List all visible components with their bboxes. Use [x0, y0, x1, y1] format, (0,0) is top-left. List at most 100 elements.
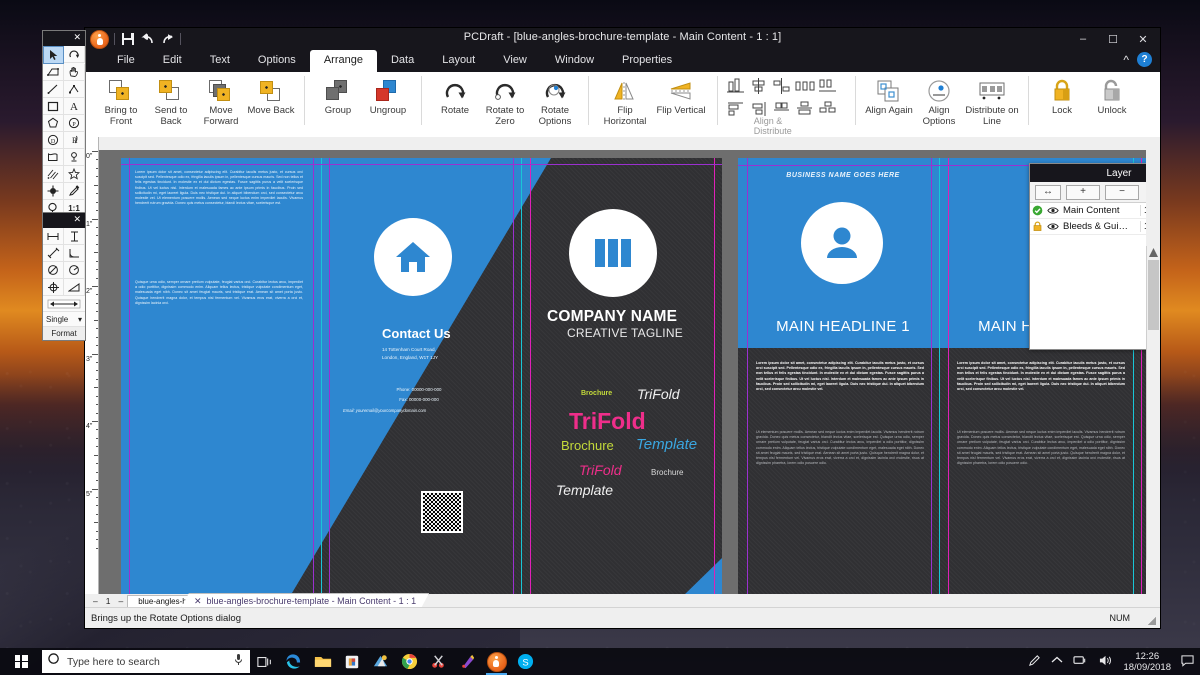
line-tool-icon[interactable]	[43, 81, 64, 98]
scroll-up-arrow-icon[interactable]	[1149, 248, 1158, 257]
bring-to-front-button[interactable]: Bring to Front	[96, 75, 146, 127]
align-again-button[interactable]: Align Again	[864, 75, 914, 117]
taskbar[interactable]: Type here to search	[0, 648, 1200, 675]
align-center-horizontal-icon[interactable]	[749, 77, 765, 90]
maximize-button[interactable]: ☐	[1098, 28, 1128, 50]
align-right-icon[interactable]	[772, 77, 788, 90]
layer-row-main-content[interactable]: Main Content 1 : 1 ⌄ 62	[1030, 203, 1146, 219]
layer-row-bleeds-guides[interactable]: Bleeds & Gui… 1 : 1 ⌄ 14	[1030, 219, 1146, 235]
group-button[interactable]: Group	[313, 75, 363, 117]
target-tool-icon[interactable]	[43, 183, 64, 200]
canvas-vertical-scrollbar[interactable]	[1146, 246, 1160, 560]
close-button[interactable]: ✕	[1128, 28, 1158, 50]
freehand-tool-icon[interactable]	[43, 149, 64, 166]
crop-tool-icon[interactable]	[43, 64, 64, 81]
parallelogram-tool-icon[interactable]: P	[64, 115, 85, 132]
menu-item-window[interactable]: Window	[541, 50, 608, 72]
edge-icon[interactable]	[279, 648, 308, 675]
show-hidden-icons-icon[interactable]	[1051, 656, 1063, 668]
menu-item-edit[interactable]: Edit	[149, 50, 196, 72]
menu-item-arrange[interactable]: Arrange	[310, 50, 377, 72]
radius-dimension-icon[interactable]	[64, 262, 85, 279]
node-edit-icon[interactable]	[64, 81, 85, 98]
paint-net-icon[interactable]	[366, 648, 395, 675]
paint-3d-icon[interactable]	[453, 648, 482, 675]
file-explorer-icon[interactable]	[308, 648, 337, 675]
angular-dimension-icon[interactable]	[64, 245, 85, 262]
polygon-tool-icon[interactable]	[43, 115, 64, 132]
brochure-sheet-front[interactable]: Lorem ipsum dolor sit amet, consectetur …	[121, 158, 722, 594]
align-middle-icon[interactable]	[749, 100, 765, 113]
chevron-up-icon[interactable]: ^	[1123, 53, 1129, 67]
snip-tool-icon[interactable]	[424, 648, 453, 675]
rectangle-tool-icon[interactable]	[43, 98, 64, 115]
dimension-toolbox[interactable]: ✕ Single ▾ Format	[42, 212, 86, 341]
menu-bar[interactable]: File Edit Text Options Arrange Data Layo…	[85, 50, 1160, 72]
distribute-on-line-button[interactable]: Distribute on Line	[964, 75, 1020, 127]
brochure-spread[interactable]: Lorem ipsum dolor sit amet, consectetur …	[121, 158, 1146, 594]
align-left-icon[interactable]	[726, 77, 742, 90]
rotate-tool-icon[interactable]	[64, 46, 85, 63]
distribute-vertical-icon[interactable]	[795, 100, 811, 113]
menu-item-options[interactable]: Options	[244, 50, 310, 72]
aligned-dimension-icon[interactable]	[43, 245, 64, 262]
layer-transfer-button[interactable]: ↔	[1035, 185, 1061, 200]
dimension-style-select[interactable]: Single ▾	[43, 312, 85, 327]
windows-start-icon[interactable]	[0, 648, 42, 675]
ellipse-tool-icon[interactable]: D	[43, 132, 64, 149]
chrome-icon[interactable]	[395, 648, 424, 675]
send-to-back-button[interactable]: Send to Back	[146, 75, 196, 127]
stamp-tool-icon[interactable]	[64, 149, 85, 166]
main-toolbox[interactable]: ✕ APDR1:1	[42, 30, 86, 218]
vertical-ruler[interactable]: 0"1"2"3"4"5"	[85, 137, 99, 594]
layer-scale-bleeds-guides[interactable]: 1 : 1	[1140, 221, 1146, 232]
vertical-dimension-icon[interactable]	[64, 228, 85, 245]
close-icon[interactable]: ✕	[194, 596, 202, 607]
align-bottom-icon[interactable]	[772, 100, 788, 113]
rotate-button[interactable]: Rotate	[430, 75, 480, 117]
hatch-tool-icon[interactable]	[43, 166, 64, 183]
horizontal-dimension-icon[interactable]	[43, 228, 64, 245]
diameter-dimension-icon[interactable]	[43, 262, 64, 279]
menu-item-text[interactable]: Text	[196, 50, 244, 72]
menu-item-file[interactable]: File	[103, 50, 149, 72]
layer-panel[interactable]: Layer ✕ ↔ + − ⌄	[1029, 163, 1146, 350]
layer-panel-toolbar[interactable]: ↔ + − ⌄	[1030, 182, 1146, 203]
pcdraft-icon[interactable]	[482, 648, 511, 675]
eye-icon[interactable]	[1045, 206, 1060, 215]
canvas-scroll-thumb[interactable]	[1148, 260, 1159, 330]
system-tray[interactable]: 12:26 18/09/2018	[1028, 648, 1200, 675]
menu-item-view[interactable]: View	[489, 50, 541, 72]
window-tab[interactable]: ✕ blue-angles-brochure-template - Main C…	[181, 593, 429, 608]
microsoft-store-icon[interactable]	[337, 648, 366, 675]
distribute-horizontal-icon[interactable]	[795, 77, 811, 90]
task-view-icon[interactable]	[250, 648, 279, 675]
double-arrow-icon[interactable]	[43, 296, 85, 312]
menu-right-controls[interactable]: ^ ?	[1123, 52, 1152, 67]
search-input[interactable]: Type here to search	[42, 650, 250, 673]
distribute-spacing-icon[interactable]	[818, 77, 834, 90]
pointer-select-icon[interactable]	[43, 46, 64, 64]
ungroup-button[interactable]: Ungroup	[363, 75, 413, 117]
lock-yellow-icon[interactable]	[1030, 221, 1045, 232]
help-button[interactable]: ?	[1137, 52, 1152, 67]
format-button[interactable]: Format	[43, 327, 85, 340]
skype-icon[interactable]: S	[511, 648, 540, 675]
volume-icon[interactable]	[1098, 654, 1113, 670]
flip-horizontal-button[interactable]: Flip Horizontal	[597, 75, 653, 127]
action-center-icon[interactable]	[1181, 654, 1194, 670]
align-options-button[interactable]: Align Options	[914, 75, 964, 127]
taskbar-clock[interactable]: 12:26 18/09/2018	[1123, 651, 1171, 673]
menu-item-properties[interactable]: Properties	[608, 50, 686, 72]
resize-grip-icon[interactable]	[1148, 617, 1156, 625]
eye-icon-2[interactable]	[1045, 222, 1060, 231]
menu-item-layout[interactable]: Layout	[428, 50, 489, 72]
dimension-toolbox-grid[interactable]	[43, 228, 85, 296]
move-back-button[interactable]: Move Back	[246, 75, 296, 117]
layer-name-main-content[interactable]: Main Content	[1060, 205, 1140, 216]
page-prev-button[interactable]: –	[89, 596, 102, 606]
star-tool-icon[interactable]	[64, 166, 85, 183]
minimize-button[interactable]: –	[1068, 28, 1098, 50]
eyedropper-tool-icon[interactable]	[64, 183, 85, 200]
layer-remove-button[interactable]: −	[1105, 185, 1139, 200]
